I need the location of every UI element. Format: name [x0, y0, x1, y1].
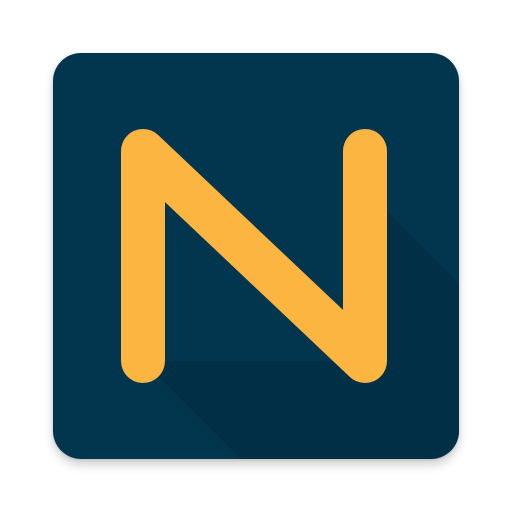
n-logo-icon [53, 53, 459, 459]
icon-canvas [0, 0, 512, 512]
app-icon-tile [53, 53, 459, 459]
